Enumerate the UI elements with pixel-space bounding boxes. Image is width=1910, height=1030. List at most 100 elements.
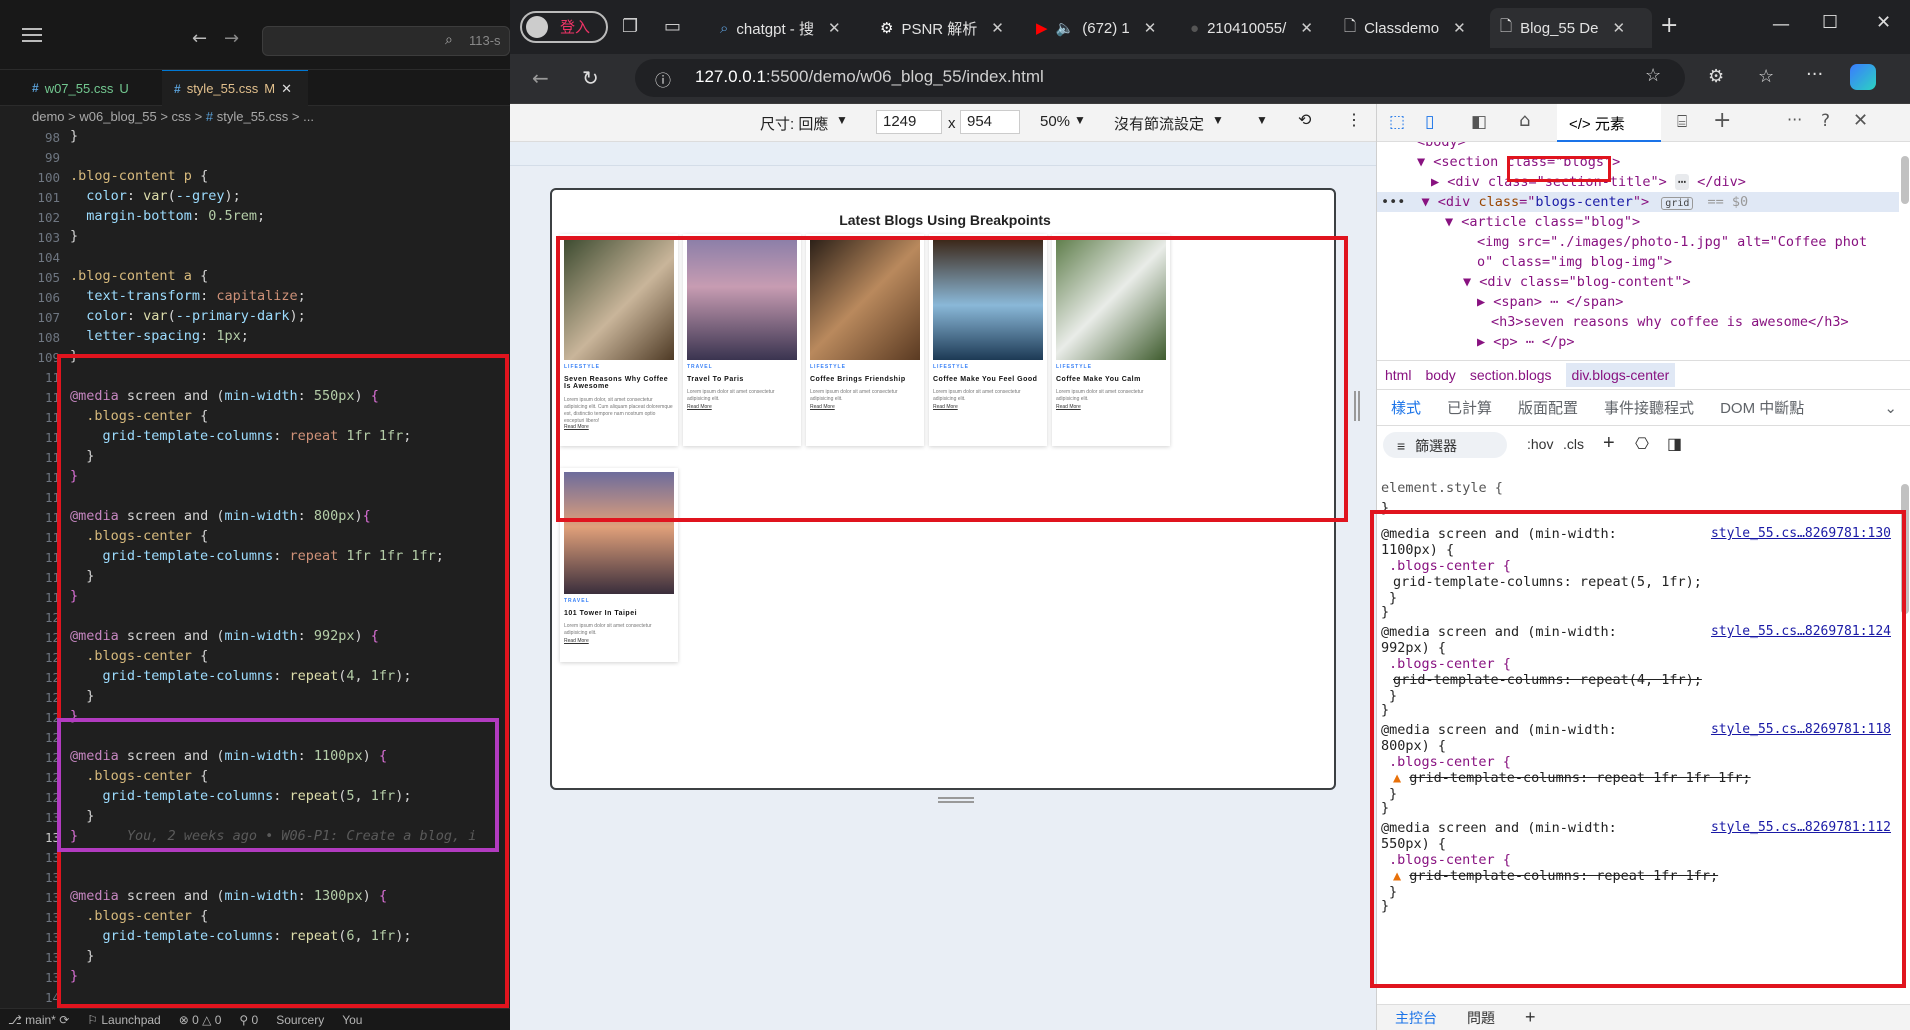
add-tab-icon[interactable]: +	[1525, 1007, 1536, 1028]
more-options-icon[interactable]: ⋮	[1346, 110, 1362, 130]
tab-styles[interactable]: 樣式	[1391, 397, 1421, 418]
crumb-html[interactable]: html	[1385, 367, 1411, 383]
close-icon[interactable]: ✕	[281, 81, 292, 97]
dom-node-article[interactable]: ▼ <article class="blog">	[1445, 212, 1640, 232]
branch-status[interactable]: ⎇ main* ⟳	[8, 1013, 69, 1027]
command-center-search[interactable]: ⌕ 113-s	[262, 26, 510, 56]
dom-node-span[interactable]: ▶ <span> ⋯ </span>	[1477, 292, 1623, 312]
chevron-down-icon[interactable]: ⌄	[1884, 399, 1897, 417]
console-icon[interactable]: ⌸	[1677, 112, 1687, 132]
tab-blog[interactable]: 🗋 Blog_55 De ✕	[1490, 8, 1652, 48]
breadcrumb-item[interactable]: ...	[303, 109, 314, 124]
problems-status[interactable]: ⊗ 0 △ 0	[179, 1013, 222, 1027]
tab-w07-css[interactable]: # w07_55.css U	[20, 70, 160, 106]
tab-psnr[interactable]: ⚙ PSNR 解析 ✕	[880, 8, 1004, 48]
scrollbar[interactable]	[1901, 156, 1909, 204]
more-icon[interactable]: ···	[1787, 110, 1802, 129]
copilot-icon[interactable]	[1850, 64, 1876, 90]
tab-github[interactable]: ● 210410055/ ✕	[1190, 8, 1313, 48]
close-window-icon[interactable]: ✕	[1876, 12, 1891, 33]
tab-youtube[interactable]: ▶ 🔈 (672) 1 ✕	[1036, 8, 1156, 48]
filter-input[interactable]: ≡ 篩選器	[1383, 432, 1507, 458]
dom-tree[interactable]: <body> ▼ <section class="blogs"> ▶ <div …	[1377, 142, 1899, 360]
tab-event-listeners[interactable]: 事件接聽程式	[1604, 397, 1694, 418]
crumb-blogs-center[interactable]: div.blogs-center	[1565, 363, 1676, 387]
device-emulation-icon[interactable]: ▯	[1425, 112, 1434, 132]
new-tab-icon[interactable]: +	[1660, 13, 1678, 38]
tab-dom-breakpoints[interactable]: DOM 中斷點	[1720, 397, 1804, 418]
launchpad-status[interactable]: ⚐ Launchpad	[87, 1013, 160, 1027]
dimensions-select[interactable]: 尺寸: 回應	[760, 113, 828, 134]
speaker-icon[interactable]: 🔈	[1056, 19, 1075, 37]
workspaces-icon[interactable]: ❐	[622, 16, 638, 37]
profile-button[interactable]: 登入	[520, 11, 608, 43]
close-icon[interactable]: ✕	[1453, 19, 1466, 37]
dom-node-img[interactable]: <img src="./images/photo-1.jpg" alt="Cof…	[1477, 232, 1867, 252]
forward-arrow-icon[interactable]: →	[224, 28, 239, 49]
tab-classdemo[interactable]: 🗋 Classdemo ✕	[1344, 8, 1466, 48]
ellipsis-badge[interactable]: ⋯	[1674, 174, 1689, 190]
element-style-rule[interactable]: element.style {	[1381, 480, 1503, 496]
breadcrumb-item[interactable]: demo	[32, 109, 65, 124]
close-icon[interactable]: ✕	[1300, 19, 1313, 37]
rotate-icon[interactable]: ⟲	[1298, 110, 1311, 130]
height-input[interactable]: 954	[960, 110, 1020, 134]
throttle-select[interactable]: 沒有節流設定	[1114, 113, 1204, 134]
cls-toggle[interactable]: .cls	[1563, 436, 1584, 452]
dock-icon[interactable]: ◧	[1471, 112, 1487, 132]
close-icon[interactable]: ✕	[1853, 110, 1868, 131]
read-more-link[interactable]: Read More	[564, 638, 589, 644]
minimize-icon[interactable]: —	[1772, 14, 1790, 35]
maximize-icon[interactable]: ☐	[1822, 12, 1838, 33]
breadcrumb-item[interactable]: css	[172, 109, 192, 124]
tab-elements[interactable]: </> 元素	[1557, 104, 1661, 142]
add-tab-icon[interactable]: +	[1713, 108, 1731, 133]
sourcery-status[interactable]: Sourcery	[276, 1013, 324, 1027]
resize-handle[interactable]	[938, 797, 974, 803]
add-rule-icon[interactable]: +	[1603, 432, 1615, 455]
blame-status[interactable]: You	[342, 1013, 362, 1027]
info-icon[interactable]: ⓘ	[655, 67, 671, 91]
refresh-icon[interactable]: ↻	[582, 66, 599, 90]
dom-node-p[interactable]: ▶ <p> ⋯ </p>	[1477, 332, 1575, 352]
inspect-icon[interactable]: ⬚	[1389, 112, 1405, 132]
close-icon[interactable]: ✕	[1612, 19, 1625, 37]
tab-console[interactable]: 主控台	[1395, 1008, 1437, 1028]
media-query-ruler[interactable]	[510, 142, 1376, 166]
tab-actions-icon[interactable]: ▭	[664, 16, 681, 37]
crumb-body[interactable]: body	[1425, 367, 1455, 383]
hov-toggle[interactable]: :hov	[1527, 436, 1553, 452]
favorites-icon[interactable]: ☆	[1758, 66, 1774, 87]
star-icon[interactable]: ☆	[1645, 65, 1661, 86]
tab-layout[interactable]: 版面配置	[1518, 397, 1578, 418]
crumb-section[interactable]: section.blogs	[1470, 367, 1552, 383]
close-icon[interactable]: ✕	[991, 19, 1004, 37]
home-icon[interactable]: ⌂	[1519, 110, 1530, 131]
url-input[interactable]: ⓘ 127.0.0.1:5500/demo/w06_blog_55/index.…	[635, 59, 1685, 97]
grid-badge[interactable]: grid	[1661, 197, 1694, 210]
back-arrow-icon[interactable]: ←	[192, 28, 207, 49]
resize-handle[interactable]	[1354, 391, 1360, 421]
tab-style-css[interactable]: # style_55.css M ✕	[162, 70, 308, 106]
zoom-select[interactable]: 50%	[1040, 113, 1070, 130]
breadcrumb-item[interactable]: w06_blog_55	[79, 109, 156, 124]
more-icon[interactable]: ···	[1806, 64, 1823, 85]
dom-node-blog-content[interactable]: ▼ <div class="blog-content">	[1463, 272, 1691, 292]
tab-computed[interactable]: 已計算	[1447, 397, 1492, 418]
dom-node-blogs-center[interactable]: ••• ▼ <div class="blogs-center"> grid ==…	[1377, 192, 1899, 212]
chevron-down-icon[interactable]: ▼	[1256, 113, 1268, 127]
breadcrumb-item[interactable]: style_55.css	[217, 109, 289, 124]
help-icon[interactable]: ?	[1821, 111, 1830, 131]
menu-icon[interactable]	[22, 34, 42, 36]
width-input[interactable]: 1249	[876, 110, 942, 134]
dom-node-h3[interactable]: <h3>seven reasons why coffee is awesome<…	[1491, 312, 1849, 332]
paint-icon[interactable]: ⎔	[1635, 434, 1649, 454]
close-icon[interactable]: ✕	[828, 19, 841, 37]
extensions-icon[interactable]: ⚙	[1708, 66, 1724, 87]
ports-status[interactable]: ⚲ 0	[239, 1013, 258, 1027]
close-icon[interactable]: ✕	[1144, 19, 1157, 37]
tab-chatgpt[interactable]: ⌕ chatgpt - 搜 ✕	[720, 8, 841, 48]
dom-node-body[interactable]: <body>	[1417, 142, 1466, 152]
back-arrow-icon[interactable]: ←	[532, 66, 549, 90]
sidebar-toggle-icon[interactable]: ◨	[1667, 434, 1682, 454]
